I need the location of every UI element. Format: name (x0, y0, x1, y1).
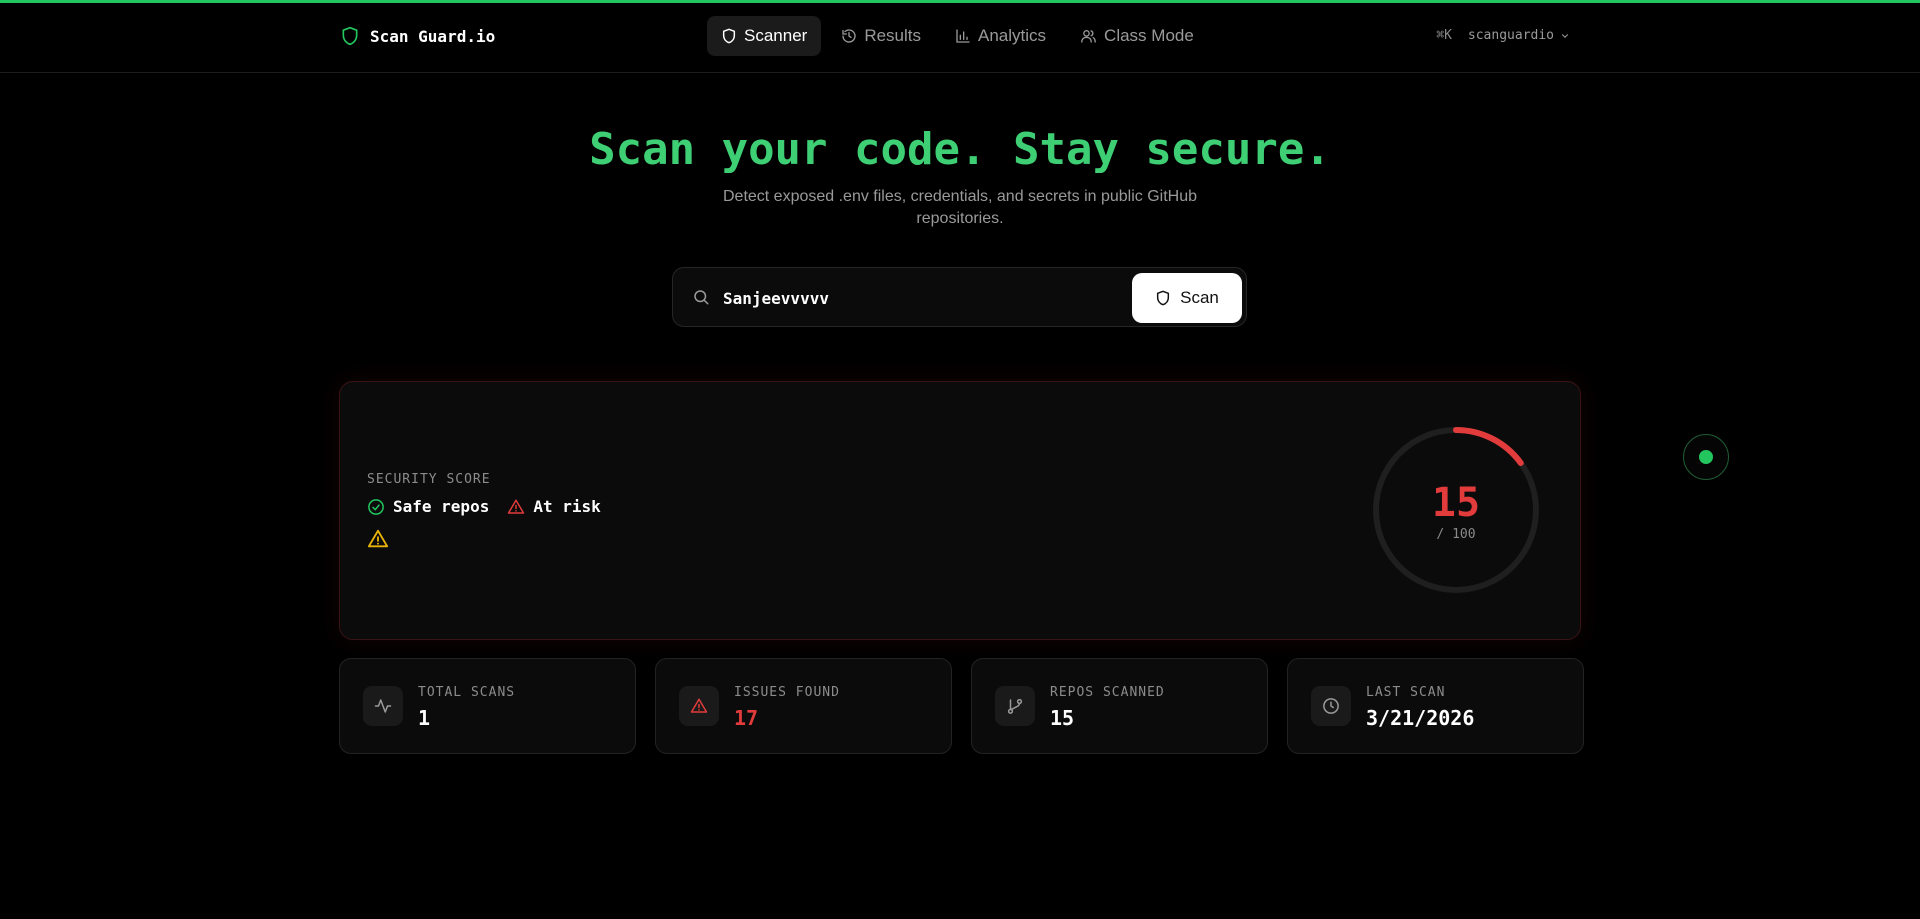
score-max: / 100 (1436, 527, 1476, 542)
shield-logo-icon (342, 26, 358, 46)
stat-card-repos-scanned: REPOS SCANNED 15 (971, 658, 1268, 754)
live-status-indicator[interactable] (1683, 434, 1729, 480)
stat-icon-box (363, 686, 403, 726)
shield-icon (722, 28, 736, 44)
stat-value: 15 (1050, 706, 1075, 730)
score-label: SECURITY SCORE (367, 472, 491, 487)
search-icon (694, 290, 709, 305)
stat-value: 3/21/2026 (1366, 706, 1475, 730)
user-menu[interactable]: scanguardio (1468, 28, 1570, 43)
nav-scanner[interactable]: Scanner (707, 16, 822, 56)
nav-right: ⌘K scanguardio (1436, 28, 1570, 43)
scan-button[interactable]: Scan (1132, 273, 1242, 323)
status-dot-icon (1699, 450, 1713, 464)
legend-risk-label: At risk (533, 497, 601, 516)
stat-card-last-scan: LAST SCAN 3/21/2026 (1287, 658, 1584, 754)
stat-card-total-scans: TOTAL SCANS 1 (339, 658, 636, 754)
history-icon (842, 29, 856, 43)
brand-name: Scan Guard.io (370, 26, 496, 46)
stat-label: LAST SCAN (1366, 685, 1446, 700)
scan-button-label: Scan (1180, 288, 1219, 307)
git-branch-icon (1007, 698, 1023, 714)
clock-icon (1323, 698, 1339, 714)
stat-value: 17 (734, 706, 759, 730)
check-circle-icon (368, 498, 384, 515)
stat-label: REPOS SCANNED (1050, 685, 1165, 700)
activity-icon (374, 699, 392, 713)
alert-triangle-icon (508, 499, 525, 514)
nav-results[interactable]: Results (827, 16, 935, 56)
warning-indicator (367, 528, 389, 555)
legend-risk: At risk (507, 497, 601, 516)
stat-value: 1 (418, 706, 431, 730)
stat-label: ISSUES FOUND (734, 685, 840, 700)
stat-label: TOTAL SCANS (418, 685, 516, 700)
score-value: 15 (1431, 480, 1481, 526)
nav-scanner-label: Scanner (744, 26, 808, 45)
top-navbar: Scan Guard.io Scanner Results Analytics … (0, 3, 1920, 73)
nav-class-mode[interactable]: Class Mode (1066, 16, 1208, 56)
alert-triangle-icon (690, 698, 708, 713)
hero-subtitle: Detect exposed .env files, credentials, … (722, 188, 1198, 227)
legend-safe-label: Safe repos (393, 497, 490, 516)
warning-icon (367, 529, 389, 548)
username: scanguardio (1467, 28, 1554, 43)
chevron-down-icon (1561, 33, 1569, 38)
nav-analytics-label: Analytics (978, 26, 1047, 45)
stat-icon-box (995, 686, 1035, 726)
command-shortcut[interactable]: ⌘K (1436, 28, 1452, 43)
score-legend: Safe repos At risk (367, 497, 601, 516)
stat-card-issues-found: ISSUES FOUND 17 (655, 658, 952, 754)
legend-safe: Safe repos (367, 497, 489, 516)
nav-results-label: Results (864, 26, 922, 45)
main-nav: Scanner Results Analytics Class Mode (707, 16, 1208, 56)
nav-class-mode-label: Class Mode (1104, 26, 1194, 45)
search-input[interactable] (723, 283, 1043, 313)
search-bar: Scan (672, 267, 1247, 327)
stats-row: TOTAL SCANS 1 ISSUES FOUND 17 REPOS SCAN… (339, 658, 1584, 754)
stat-icon-box (679, 686, 719, 726)
bar-chart-icon (956, 29, 970, 43)
security-score-card: SECURITY SCORE Safe repos At risk 15 / 1… (339, 381, 1581, 640)
hero-title: Scan your code. Stay secure. (589, 124, 1331, 175)
users-icon (1081, 30, 1096, 43)
stat-icon-box (1311, 686, 1351, 726)
brand[interactable]: Scan Guard.io (340, 25, 495, 47)
shield-icon (1157, 290, 1170, 306)
nav-analytics[interactable]: Analytics (941, 16, 1060, 56)
